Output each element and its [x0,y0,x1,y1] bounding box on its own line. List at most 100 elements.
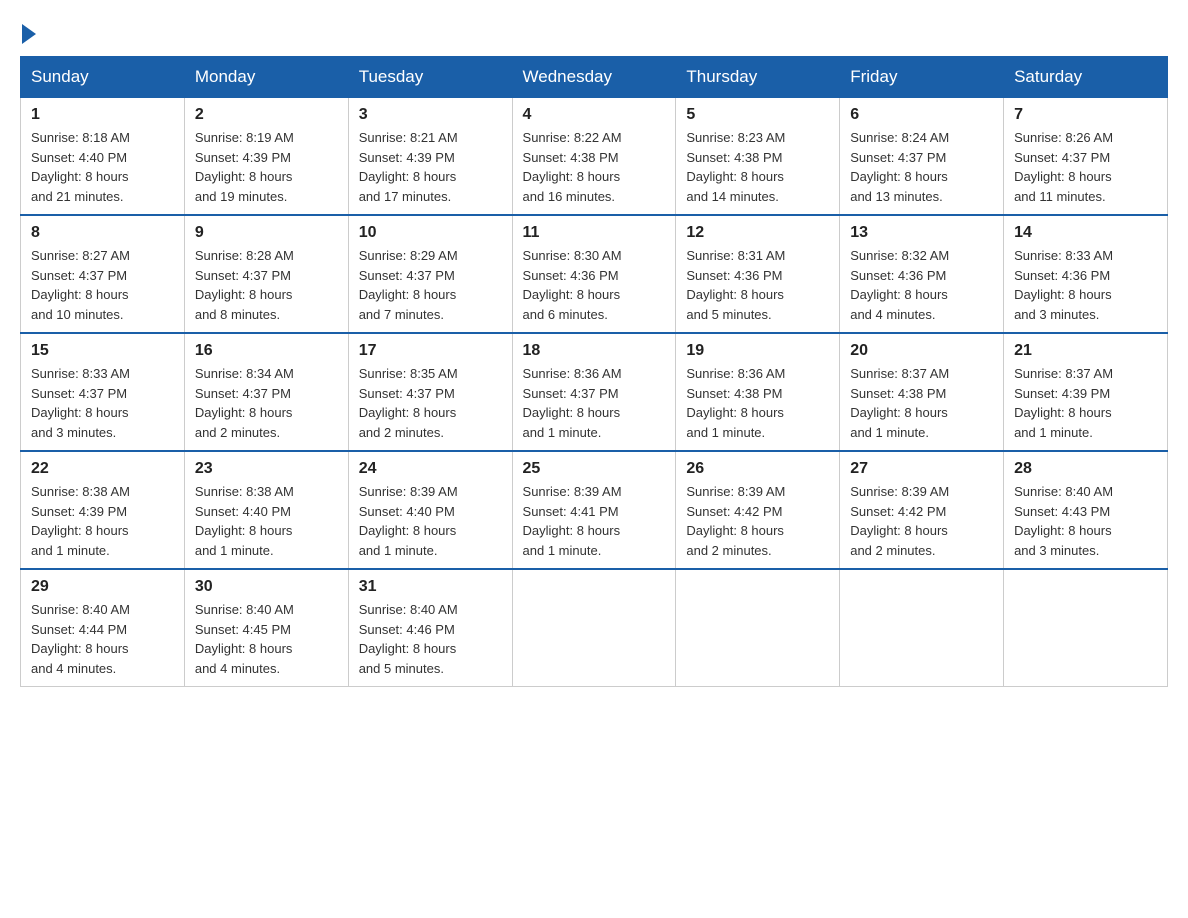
day-info: Sunrise: 8:29 AMSunset: 4:37 PMDaylight:… [359,246,502,324]
calendar-cell: 4Sunrise: 8:22 AMSunset: 4:38 PMDaylight… [512,98,676,216]
calendar-cell [840,569,1004,687]
day-number: 25 [523,460,666,478]
calendar-cell: 20 Sunrise: 8:37 AMSunset: 4:38 PMDayligh… [840,333,1004,451]
day-number: 26 [686,460,829,478]
day-number: 4 [523,106,666,124]
calendar-cell: 22 Sunrise: 8:38 AMSunset: 4:39 PMDayligh… [21,451,185,569]
day-info: Sunrise: 8:38 AMSunset: 4:39 PMDaylight:… [31,482,174,560]
day-info: Sunrise: 8:33 AMSunset: 4:36 PMDaylight:… [1014,246,1157,324]
day-info: Sunrise: 8:37 AMSunset: 4:38 PMDaylight:… [850,364,993,442]
day-info: Sunrise: 8:40 AMSunset: 4:44 PMDaylight:… [31,600,174,678]
calendar-cell: 19 Sunrise: 8:36 AMSunset: 4:38 PMDayligh… [676,333,840,451]
calendar-table: SundayMondayTuesdayWednesdayThursdayFrid… [20,56,1168,687]
weekday-header-saturday: Saturday [1004,57,1168,98]
calendar-cell: 25 Sunrise: 8:39 AMSunset: 4:41 PMDayligh… [512,451,676,569]
calendar-cell: 11 Sunrise: 8:30 AMSunset: 4:36 PMDayligh… [512,215,676,333]
day-info: Sunrise: 8:30 AMSunset: 4:36 PMDaylight:… [523,246,666,324]
calendar-cell: 18 Sunrise: 8:36 AMSunset: 4:37 PMDayligh… [512,333,676,451]
day-number: 28 [1014,460,1157,478]
calendar-cell: 16 Sunrise: 8:34 AMSunset: 4:37 PMDayligh… [184,333,348,451]
calendar-week-row: 22 Sunrise: 8:38 AMSunset: 4:39 PMDayligh… [21,451,1168,569]
weekday-header-monday: Monday [184,57,348,98]
calendar-cell: 10 Sunrise: 8:29 AMSunset: 4:37 PMDayligh… [348,215,512,333]
day-info: Sunrise: 8:40 AMSunset: 4:45 PMDaylight:… [195,600,338,678]
calendar-cell: 21Sunrise: 8:37 AMSunset: 4:39 PMDayligh… [1004,333,1168,451]
day-info: Sunrise: 8:34 AMSunset: 4:37 PMDaylight:… [195,364,338,442]
day-number: 13 [850,224,993,242]
calendar-cell: 1Sunrise: 8:18 AMSunset: 4:40 PMDaylight… [21,98,185,216]
calendar-cell: 5 Sunrise: 8:23 AMSunset: 4:38 PMDaylight… [676,98,840,216]
day-number: 1 [31,106,174,124]
day-info: Sunrise: 8:39 AMSunset: 4:42 PMDaylight:… [850,482,993,560]
calendar-week-row: 29 Sunrise: 8:40 AMSunset: 4:44 PMDayligh… [21,569,1168,687]
day-info: Sunrise: 8:33 AMSunset: 4:37 PMDaylight:… [31,364,174,442]
calendar-week-row: 15 Sunrise: 8:33 AMSunset: 4:37 PMDayligh… [21,333,1168,451]
calendar-cell: 8 Sunrise: 8:27 AMSunset: 4:37 PMDaylight… [21,215,185,333]
day-number: 21 [1014,342,1157,360]
day-number: 11 [523,224,666,242]
day-info: Sunrise: 8:27 AMSunset: 4:37 PMDaylight:… [31,246,174,324]
day-number: 30 [195,578,338,596]
calendar-cell: 13Sunrise: 8:32 AMSunset: 4:36 PMDayligh… [840,215,1004,333]
calendar-cell: 31 Sunrise: 8:40 AMSunset: 4:46 PMDayligh… [348,569,512,687]
day-info: Sunrise: 8:36 AMSunset: 4:37 PMDaylight:… [523,364,666,442]
day-info: Sunrise: 8:38 AMSunset: 4:40 PMDaylight:… [195,482,338,560]
calendar-cell: 26 Sunrise: 8:39 AMSunset: 4:42 PMDayligh… [676,451,840,569]
page-header [20,20,1168,40]
calendar-cell: 29 Sunrise: 8:40 AMSunset: 4:44 PMDayligh… [21,569,185,687]
calendar-cell [1004,569,1168,687]
day-number: 20 [850,342,993,360]
day-info: Sunrise: 8:23 AMSunset: 4:38 PMDaylight:… [686,128,829,206]
day-number: 31 [359,578,502,596]
day-number: 12 [686,224,829,242]
day-info: Sunrise: 8:31 AMSunset: 4:36 PMDaylight:… [686,246,829,324]
weekday-header-friday: Friday [840,57,1004,98]
calendar-cell [512,569,676,687]
day-number: 23 [195,460,338,478]
day-number: 6 [850,106,993,124]
logo-arrow-icon [22,24,36,44]
day-number: 15 [31,342,174,360]
calendar-cell: 7 Sunrise: 8:26 AMSunset: 4:37 PMDaylight… [1004,98,1168,216]
day-number: 2 [195,106,338,124]
weekday-header-sunday: Sunday [21,57,185,98]
day-number: 5 [686,106,829,124]
calendar-cell: 2Sunrise: 8:19 AMSunset: 4:39 PMDaylight… [184,98,348,216]
day-info: Sunrise: 8:26 AMSunset: 4:37 PMDaylight:… [1014,128,1157,206]
day-info: Sunrise: 8:36 AMSunset: 4:38 PMDaylight:… [686,364,829,442]
weekday-header-row: SundayMondayTuesdayWednesdayThursdayFrid… [21,57,1168,98]
weekday-header-wednesday: Wednesday [512,57,676,98]
day-number: 10 [359,224,502,242]
calendar-week-row: 1Sunrise: 8:18 AMSunset: 4:40 PMDaylight… [21,98,1168,216]
day-info: Sunrise: 8:21 AMSunset: 4:39 PMDaylight:… [359,128,502,206]
day-number: 14 [1014,224,1157,242]
day-number: 8 [31,224,174,242]
calendar-cell: 27 Sunrise: 8:39 AMSunset: 4:42 PMDayligh… [840,451,1004,569]
calendar-cell: 15 Sunrise: 8:33 AMSunset: 4:37 PMDayligh… [21,333,185,451]
day-number: 29 [31,578,174,596]
calendar-cell: 28 Sunrise: 8:40 AMSunset: 4:43 PMDayligh… [1004,451,1168,569]
day-number: 7 [1014,106,1157,124]
day-number: 19 [686,342,829,360]
day-info: Sunrise: 8:24 AMSunset: 4:37 PMDaylight:… [850,128,993,206]
calendar-cell: 30 Sunrise: 8:40 AMSunset: 4:45 PMDayligh… [184,569,348,687]
day-number: 18 [523,342,666,360]
day-info: Sunrise: 8:40 AMSunset: 4:43 PMDaylight:… [1014,482,1157,560]
day-info: Sunrise: 8:39 AMSunset: 4:41 PMDaylight:… [523,482,666,560]
calendar-cell: 6 Sunrise: 8:24 AMSunset: 4:37 PMDaylight… [840,98,1004,216]
day-number: 16 [195,342,338,360]
day-number: 24 [359,460,502,478]
calendar-cell: 24Sunrise: 8:39 AMSunset: 4:40 PMDayligh… [348,451,512,569]
day-number: 27 [850,460,993,478]
day-number: 9 [195,224,338,242]
calendar-cell: 9Sunrise: 8:28 AMSunset: 4:37 PMDaylight… [184,215,348,333]
calendar-cell: 17Sunrise: 8:35 AMSunset: 4:37 PMDayligh… [348,333,512,451]
logo [20,20,36,40]
day-number: 22 [31,460,174,478]
day-info: Sunrise: 8:39 AMSunset: 4:42 PMDaylight:… [686,482,829,560]
weekday-header-thursday: Thursday [676,57,840,98]
day-info: Sunrise: 8:40 AMSunset: 4:46 PMDaylight:… [359,600,502,678]
calendar-cell: 12 Sunrise: 8:31 AMSunset: 4:36 PMDayligh… [676,215,840,333]
calendar-cell: 14 Sunrise: 8:33 AMSunset: 4:36 PMDayligh… [1004,215,1168,333]
calendar-cell [676,569,840,687]
